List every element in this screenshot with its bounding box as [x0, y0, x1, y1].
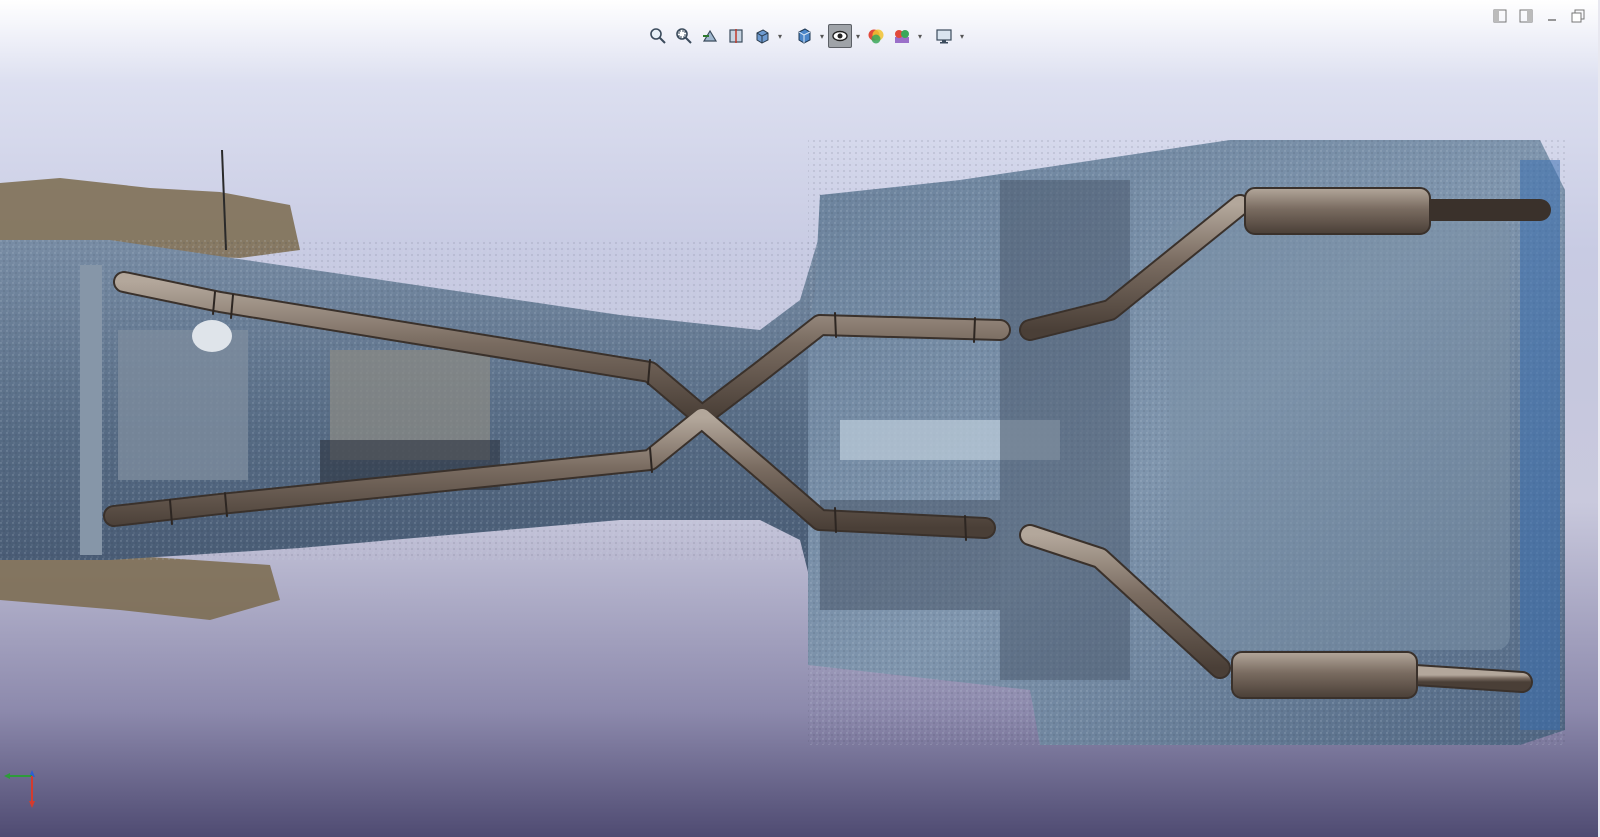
window-controls [1492, 8, 1586, 24]
display-style-icon[interactable] [792, 24, 816, 48]
zoom-to-fit-icon[interactable] [646, 24, 670, 48]
left-muffler [1244, 187, 1431, 235]
edit-appearance-icon[interactable] [864, 24, 888, 48]
restore-icon[interactable] [1570, 8, 1586, 24]
right-muffler [1231, 651, 1418, 699]
minimize-icon[interactable] [1544, 8, 1560, 24]
view-settings-icon[interactable] [932, 24, 956, 48]
tile-right-icon[interactable] [1518, 8, 1534, 24]
reference-triad-icon [4, 770, 35, 808]
point-cloud-scene[interactable] [0, 0, 1600, 837]
tile-left-icon[interactable] [1492, 8, 1508, 24]
chevron-down-icon[interactable]: ▾ [854, 32, 862, 41]
heads-up-view-toolbar: ▾ ▾ ▾ ▾ ▾ [646, 24, 966, 48]
chevron-down-icon[interactable]: ▾ [916, 32, 924, 41]
chevron-down-icon[interactable]: ▾ [818, 32, 826, 41]
graphics-area[interactable]: ▾ ▾ ▾ ▾ ▾ [0, 0, 1600, 837]
rear-underbody [808, 140, 1565, 745]
chevron-down-icon[interactable]: ▾ [958, 32, 966, 41]
hide-show-items-icon[interactable] [828, 24, 852, 48]
view-orientation-icon[interactable] [750, 24, 774, 48]
zoom-to-area-icon[interactable] [672, 24, 696, 48]
apply-scene-icon[interactable] [890, 24, 914, 48]
chevron-down-icon[interactable]: ▾ [776, 32, 784, 41]
previous-view-icon[interactable] [698, 24, 722, 48]
section-view-icon[interactable] [724, 24, 748, 48]
